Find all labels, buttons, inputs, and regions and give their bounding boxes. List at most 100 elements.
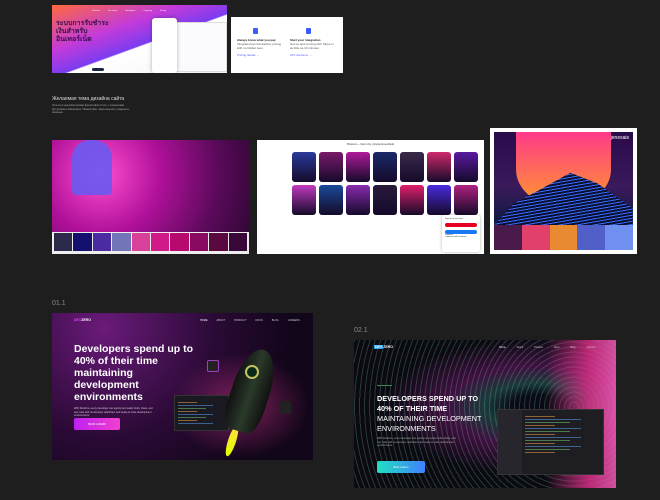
nav-item[interactable]: Company (143, 10, 152, 12)
hero-body: With DevZero, every developer can quickl… (74, 407, 153, 417)
mountain-shape (494, 172, 633, 225)
logo[interactable]: DEVZERO (374, 345, 393, 349)
palette-swatch (189, 233, 209, 251)
code-editor-mockup (174, 395, 229, 431)
cloud-badge-icon (279, 401, 291, 414)
nav-item[interactable]: Developers (125, 10, 135, 12)
start-button[interactable] (92, 68, 104, 71)
nav-item[interactable]: Products (92, 10, 100, 12)
logo-part: DEV (374, 345, 384, 349)
nav-item[interactable]: Product (534, 346, 543, 349)
feature-integration: Start your integration Get up and runnin… (290, 24, 337, 66)
nav-item[interactable]: About (517, 346, 524, 349)
nav-item[interactable]: BLOG (272, 319, 279, 322)
palette-swatch (92, 233, 112, 251)
nav-item[interactable]: Use cases (108, 10, 117, 12)
pin-image[interactable] (427, 185, 451, 215)
nav-item[interactable]: DOCS (256, 319, 263, 322)
popup-title: Sign up to see more (445, 218, 463, 220)
palette-swatch (549, 225, 578, 250)
continue-button[interactable] (445, 223, 477, 227)
nav-item[interactable]: Careers (587, 346, 596, 349)
nav-item[interactable]: Pricing (160, 10, 166, 12)
pin-image[interactable] (292, 152, 316, 182)
nav-item[interactable]: CAREERS (288, 319, 300, 322)
color-palette (52, 232, 249, 254)
frame-label: 01.1 (52, 300, 66, 307)
pin-image[interactable] (454, 152, 478, 182)
pin-image[interactable] (400, 185, 424, 215)
thai-headline: ระบบการรับชำระเงินสำหรับอินเทอร์เน็ต (56, 20, 109, 43)
artist-label: jenesais (610, 135, 629, 141)
accent-line (377, 385, 392, 386)
palette-swatch (151, 233, 170, 251)
note-body: Хочется в неоновом розово-фиолетовом сти… (52, 104, 130, 114)
nav-item[interactable]: Home (499, 346, 506, 349)
palette-swatch (170, 233, 189, 251)
palette-swatch (112, 233, 131, 251)
synthwave-art: jenesais (494, 132, 633, 225)
pin-image[interactable] (346, 185, 370, 215)
nav-item[interactable]: ABOUT (217, 319, 226, 322)
book-demo-button[interactable]: Book a demo (377, 461, 425, 473)
logo-part: ZERO (383, 345, 393, 349)
moodboard-synthwave[interactable]: jenesais (490, 128, 637, 254)
nav-item[interactable]: PRODUCT (234, 319, 246, 322)
popup-button-label: Continue with Facebook (445, 236, 467, 238)
stripe-features-frame[interactable]: Always know what you pay Integrated per-… (231, 17, 343, 73)
signup-popup: Sign up to see more Continue Continue wi… (442, 215, 480, 252)
feature-text: Get up and running with Stripe in as lit… (290, 42, 334, 50)
code-editor-mockup (497, 409, 604, 475)
document-icon (306, 28, 311, 34)
thai-payment-frame[interactable]: Products Use cases Developers Company Pr… (52, 5, 227, 73)
moodboard-pinterest[interactable]: Pinterest — Neon city, cyberpunk aesthet… (257, 140, 484, 254)
feature-pricing: Always know what you pay Integrated per-… (237, 24, 284, 66)
pin-image[interactable] (346, 152, 370, 182)
palette-swatch (228, 233, 248, 251)
nav-item[interactable]: HOME (200, 319, 208, 322)
frame-label: 02.1 (354, 327, 368, 334)
palette-swatch (54, 233, 73, 251)
play-badge-icon (207, 360, 219, 372)
landing-frame-01[interactable]: DEVZERO HOME ABOUT PRODUCT DOCS BLOG CAR… (52, 313, 313, 460)
note-title: Желаемая тема дизайна сайта (52, 96, 125, 102)
headline-bold: DEVELOPERS SPEND UP TO 40% OF THEIR TIME (377, 394, 479, 413)
phone-mockup (152, 18, 177, 73)
nav-item[interactable]: Blog (571, 346, 576, 349)
pin-image[interactable] (319, 152, 343, 182)
palette-swatch (577, 225, 606, 250)
pin-image[interactable] (400, 152, 424, 182)
hero-headline: Developers spend up to 40% of their time… (74, 343, 194, 403)
pin-image[interactable] (373, 152, 397, 182)
hero-headline: DEVELOPERS SPEND UP TO 40% OF THEIR TIME… (377, 394, 492, 434)
palette-swatch (494, 225, 522, 250)
thai-nav: Products Use cases Developers Company Pr… (92, 10, 166, 12)
hero-body: With DevZero, every developer can quickl… (377, 437, 456, 447)
top-nav: HOME ABOUT PRODUCT DOCS BLOG CAREERS (200, 319, 300, 322)
figure-shape (72, 140, 112, 195)
moodboard-image-cinema[interactable]: decorpalette.cinema (52, 140, 249, 254)
top-nav: Home About Product Docs Blog Careers (499, 346, 595, 349)
pin-image[interactable] (292, 185, 316, 215)
headline-light: MAINTAINING DEVELOPMENT ENVIRONMENTS (377, 414, 482, 433)
receipt-icon (253, 28, 258, 34)
pin-image[interactable] (427, 152, 451, 182)
pinterest-header: Pinterest — Neon city, cyberpunk aesthet… (346, 143, 395, 146)
pin-image[interactable] (454, 185, 478, 215)
feature-text: Integrated per-transaction pricing with … (237, 42, 282, 50)
book-demo-button[interactable]: BOOK A DEMO (74, 418, 120, 430)
palette-swatch (521, 225, 550, 250)
logo[interactable]: DEVZERO (74, 318, 91, 322)
pin-image[interactable] (373, 185, 397, 215)
pricing-link[interactable]: Pricing details → (237, 53, 284, 57)
api-link[interactable]: API reference → (290, 53, 337, 57)
pin-image[interactable] (319, 185, 343, 215)
landing-frame-02[interactable]: DEVZERO Home About Product Docs Blog Car… (354, 340, 616, 488)
palette-swatch (131, 233, 151, 251)
nav-item[interactable]: Docs (554, 346, 560, 349)
palette-swatch (209, 233, 228, 251)
rocket-window (245, 365, 259, 379)
logo-part: ZERO (81, 318, 91, 322)
pin-grid (292, 152, 478, 215)
color-palette (494, 225, 633, 250)
